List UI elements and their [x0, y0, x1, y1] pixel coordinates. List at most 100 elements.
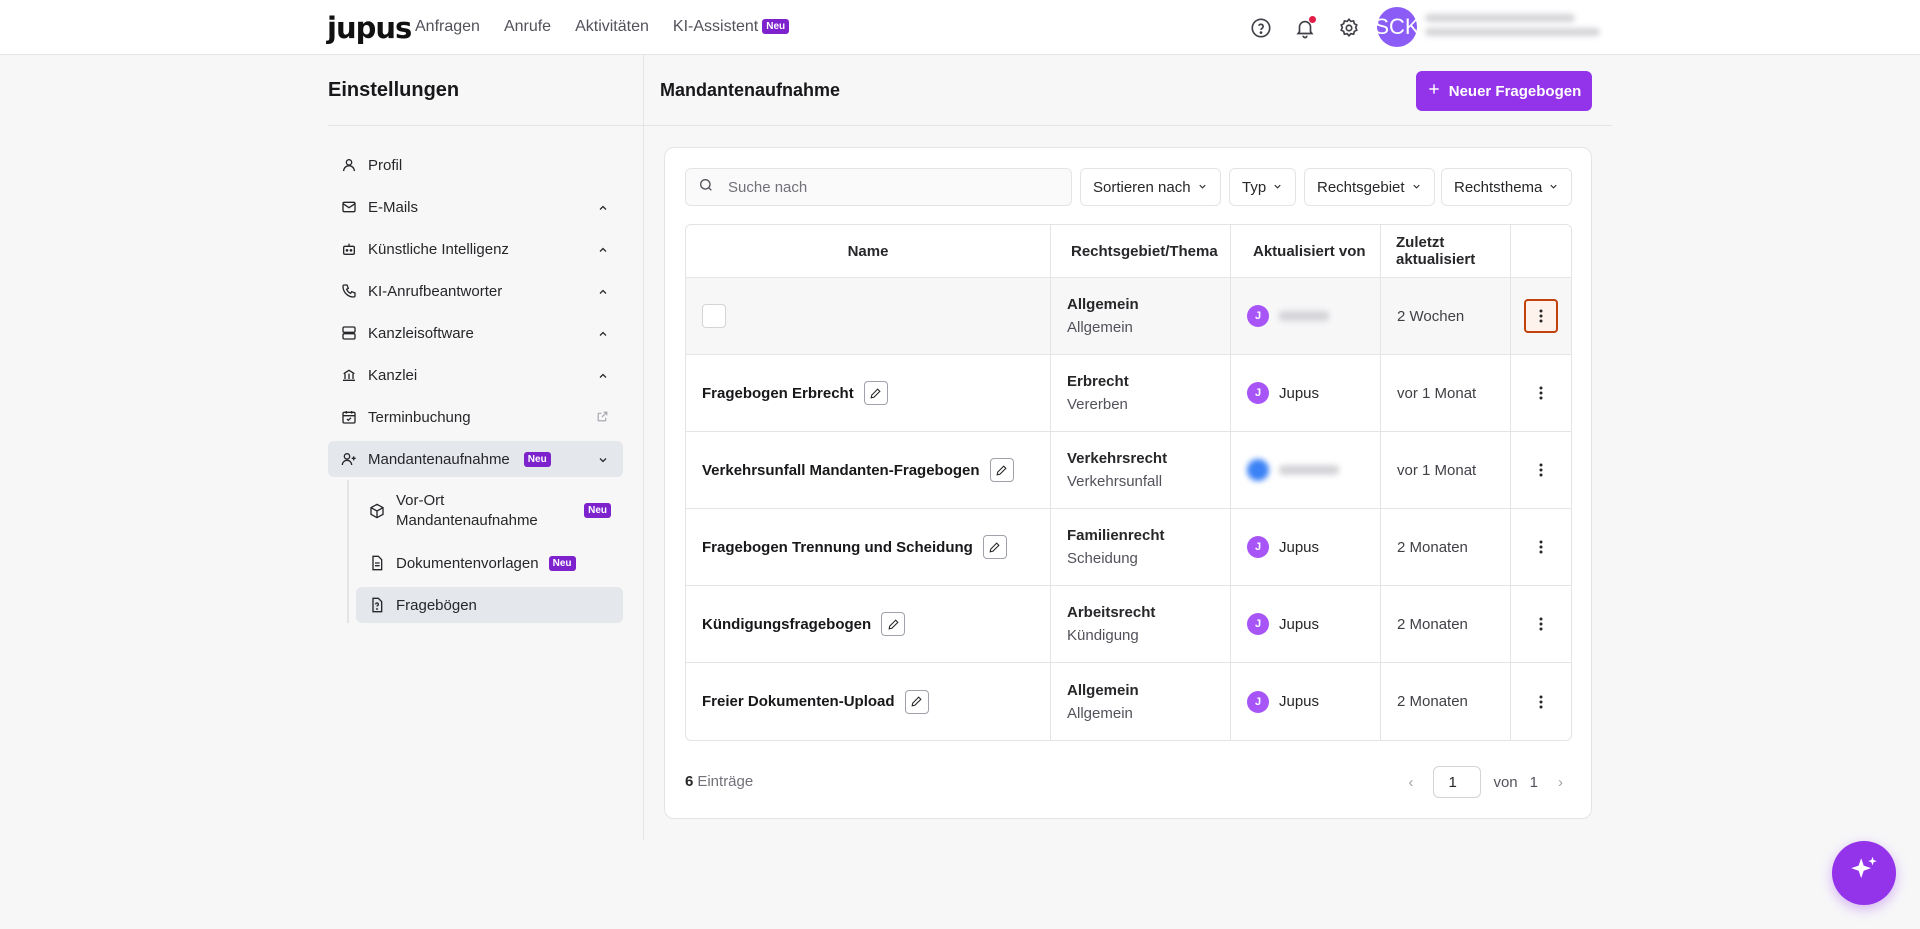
sidebar-item-ki[interactable]: Künstliche Intelligenz — [328, 231, 623, 267]
nav-ki-assistent[interactable]: KI-Assistent Neu — [673, 18, 790, 36]
more-actions-button[interactable] — [1524, 685, 1558, 719]
updated-by-cell: J Jupus — [1231, 663, 1381, 740]
edit-pencil-icon[interactable] — [904, 689, 929, 714]
sidebar-item-label: Profil — [368, 156, 403, 174]
sidebar-item-mandantenaufnahme[interactable]: Mandantenaufnahme Neu — [328, 441, 623, 477]
table-header: Name Rechtsgebiet/Thema Aktualisiert von… — [686, 225, 1571, 278]
bot-icon — [340, 240, 358, 258]
sidebar-item-profil[interactable]: Profil — [328, 147, 623, 183]
user-info-redacted[interactable] — [1425, 14, 1600, 42]
user-avatar[interactable]: SCK — [1374, 7, 1420, 47]
ai-assistant-button[interactable] — [1832, 841, 1896, 905]
updated-at: 2 Wochen — [1381, 278, 1511, 354]
sidebar-item-anrufbeantworter[interactable]: KI-Anrufbeantworter — [328, 273, 623, 309]
gear-icon[interactable] — [1337, 16, 1361, 40]
updated-at: 2 Monaten — [1381, 663, 1511, 740]
new-badge: Neu — [762, 19, 790, 34]
column-header-updated-at[interactable]: Zuletzt aktualisiert — [1381, 225, 1511, 277]
updated-at: 2 Monaten — [1381, 586, 1511, 662]
search-icon — [698, 177, 714, 197]
column-header-updated-by[interactable]: Aktualisiert von — [1231, 225, 1381, 277]
column-header-actions — [1511, 225, 1571, 277]
nav-aktivitaeten[interactable]: Aktivitäten — [575, 18, 649, 36]
user-plus-icon — [340, 450, 358, 468]
table-row[interactable]: Freier Dokumenten-Upload Allgemein Allgem… — [686, 663, 1571, 740]
legal-area-dropdown[interactable]: Rechtsgebiet — [1304, 168, 1435, 206]
user-avatar: J — [1247, 613, 1269, 635]
questionnaire-name[interactable]: Fragebogen Erbrecht — [702, 385, 854, 402]
chevron-up-icon — [597, 327, 609, 344]
help-icon[interactable] — [1249, 16, 1273, 40]
page-input[interactable] — [1433, 766, 1482, 798]
kebab-icon — [1539, 695, 1543, 708]
chevron-left-icon[interactable]: ‹ — [1400, 774, 1421, 791]
chevron-right-icon[interactable]: › — [1550, 774, 1571, 791]
area-cell: Verkehrsrecht Verkehrsunfall — [1051, 432, 1231, 508]
column-header-area[interactable]: Rechtsgebiet/Thema — [1051, 225, 1231, 277]
kebab-icon — [1539, 463, 1543, 477]
more-actions-button[interactable] — [1524, 453, 1558, 487]
actions-cell — [1511, 663, 1571, 740]
user-name: Jupus — [1279, 384, 1320, 402]
legal-topic: Kündigung — [1067, 627, 1139, 644]
actions-cell — [1511, 586, 1571, 662]
table-row[interactable]: Fragebogen Erbrecht Erbrecht Vererben J Ju… — [686, 355, 1571, 432]
questionnaire-name[interactable]: Verkehrsunfall Mandanten-Fragebogen — [702, 462, 980, 479]
user-icon — [340, 156, 358, 174]
new-questionnaire-button[interactable]: Neuer Fragebogen — [1416, 71, 1592, 111]
table-row[interactable]: Allgemein Allgemein J 2 Wochen — [686, 278, 1571, 355]
edit-pencil-icon[interactable] — [881, 612, 906, 636]
legal-topic: Scheidung — [1067, 550, 1138, 567]
sort-dropdown[interactable]: Sortieren nach — [1080, 168, 1221, 206]
submenu-line — [347, 480, 349, 623]
new-badge: Neu — [584, 503, 611, 518]
legal-topic-dropdown[interactable]: Rechtsthema — [1441, 168, 1573, 206]
search-input[interactable] — [728, 178, 1028, 196]
edit-pencil-icon[interactable] — [989, 458, 1014, 482]
nav-anrufe[interactable]: Anrufe — [504, 18, 551, 36]
more-actions-button[interactable] — [1524, 376, 1558, 410]
type-dropdown[interactable]: Typ — [1229, 168, 1297, 206]
sidebar-item-emails[interactable]: E-Mails — [328, 189, 623, 225]
questionnaire-name[interactable]: Freier Dokumenten-Upload — [702, 693, 895, 710]
questionnaire-name[interactable]: Fragebogen Trennung und Scheidung — [702, 539, 973, 556]
app-logo[interactable]: jupus — [327, 11, 412, 45]
sidebar-subitem-dokumentenvorlagen[interactable]: Dokumentenvorlagen Neu — [356, 545, 623, 581]
table-row[interactable]: Fragebogen Trennung und Scheidung Famili… — [686, 509, 1571, 586]
area-cell: Allgemein Allgemein — [1051, 663, 1231, 740]
area-cell: Erbrecht Vererben — [1051, 355, 1231, 431]
table-row[interactable]: Kündigungsfragebogen Arbeitsrecht Kündigu… — [686, 586, 1571, 663]
sidebar-subitem-label: Dokumentenvorlagen — [396, 554, 539, 572]
name-checkbox[interactable] — [702, 304, 726, 328]
sidebar-item-label: E-Mails — [368, 198, 419, 216]
box-icon — [368, 502, 386, 520]
legal-area: Erbrecht — [1067, 373, 1129, 390]
entry-count-number: 6 — [685, 773, 694, 790]
column-header-name[interactable]: Name — [686, 225, 1051, 277]
sidebar-subitem-frageboegen[interactable]: Fragebögen — [356, 587, 623, 623]
edit-pencil-icon[interactable] — [863, 381, 888, 405]
table-row[interactable]: Verkehrsunfall Mandanten-Fragebogen Verk… — [686, 432, 1571, 509]
updated-by-cell — [1231, 432, 1381, 508]
bell-icon[interactable] — [1293, 16, 1317, 40]
updated-at: vor 1 Monat — [1381, 355, 1511, 431]
nav-anfragen[interactable]: Anfragen — [415, 18, 480, 36]
type-label: Typ — [1242, 178, 1267, 196]
more-actions-button[interactable] — [1524, 530, 1558, 564]
name-cell: Fragebogen Trennung und Scheidung — [686, 509, 1051, 585]
sidebar-subitem-vor-ort[interactable]: Vor-Ort Mandantenaufnahme Neu — [356, 489, 623, 533]
sidebar-item-terminbuchung[interactable]: Terminbuchung — [328, 399, 623, 435]
updated-by-cell: J Jupus — [1231, 509, 1381, 585]
more-actions-button[interactable] — [1524, 299, 1558, 333]
sidebar-item-kanzlei[interactable]: Kanzlei — [328, 357, 623, 393]
search-box[interactable] — [685, 168, 1072, 206]
kebab-icon — [1539, 386, 1543, 400]
edit-pencil-icon[interactable] — [982, 535, 1007, 559]
chevron-down-icon — [1548, 179, 1559, 196]
legal-area: Allgemein — [1067, 681, 1139, 699]
new-badge: Neu — [548, 555, 576, 571]
questionnaire-name[interactable]: Kündigungsfragebogen — [702, 616, 871, 633]
more-actions-button[interactable] — [1524, 607, 1558, 641]
building-icon — [340, 366, 358, 384]
sidebar-item-kanzleisoftware[interactable]: Kanzleisoftware — [328, 315, 623, 351]
